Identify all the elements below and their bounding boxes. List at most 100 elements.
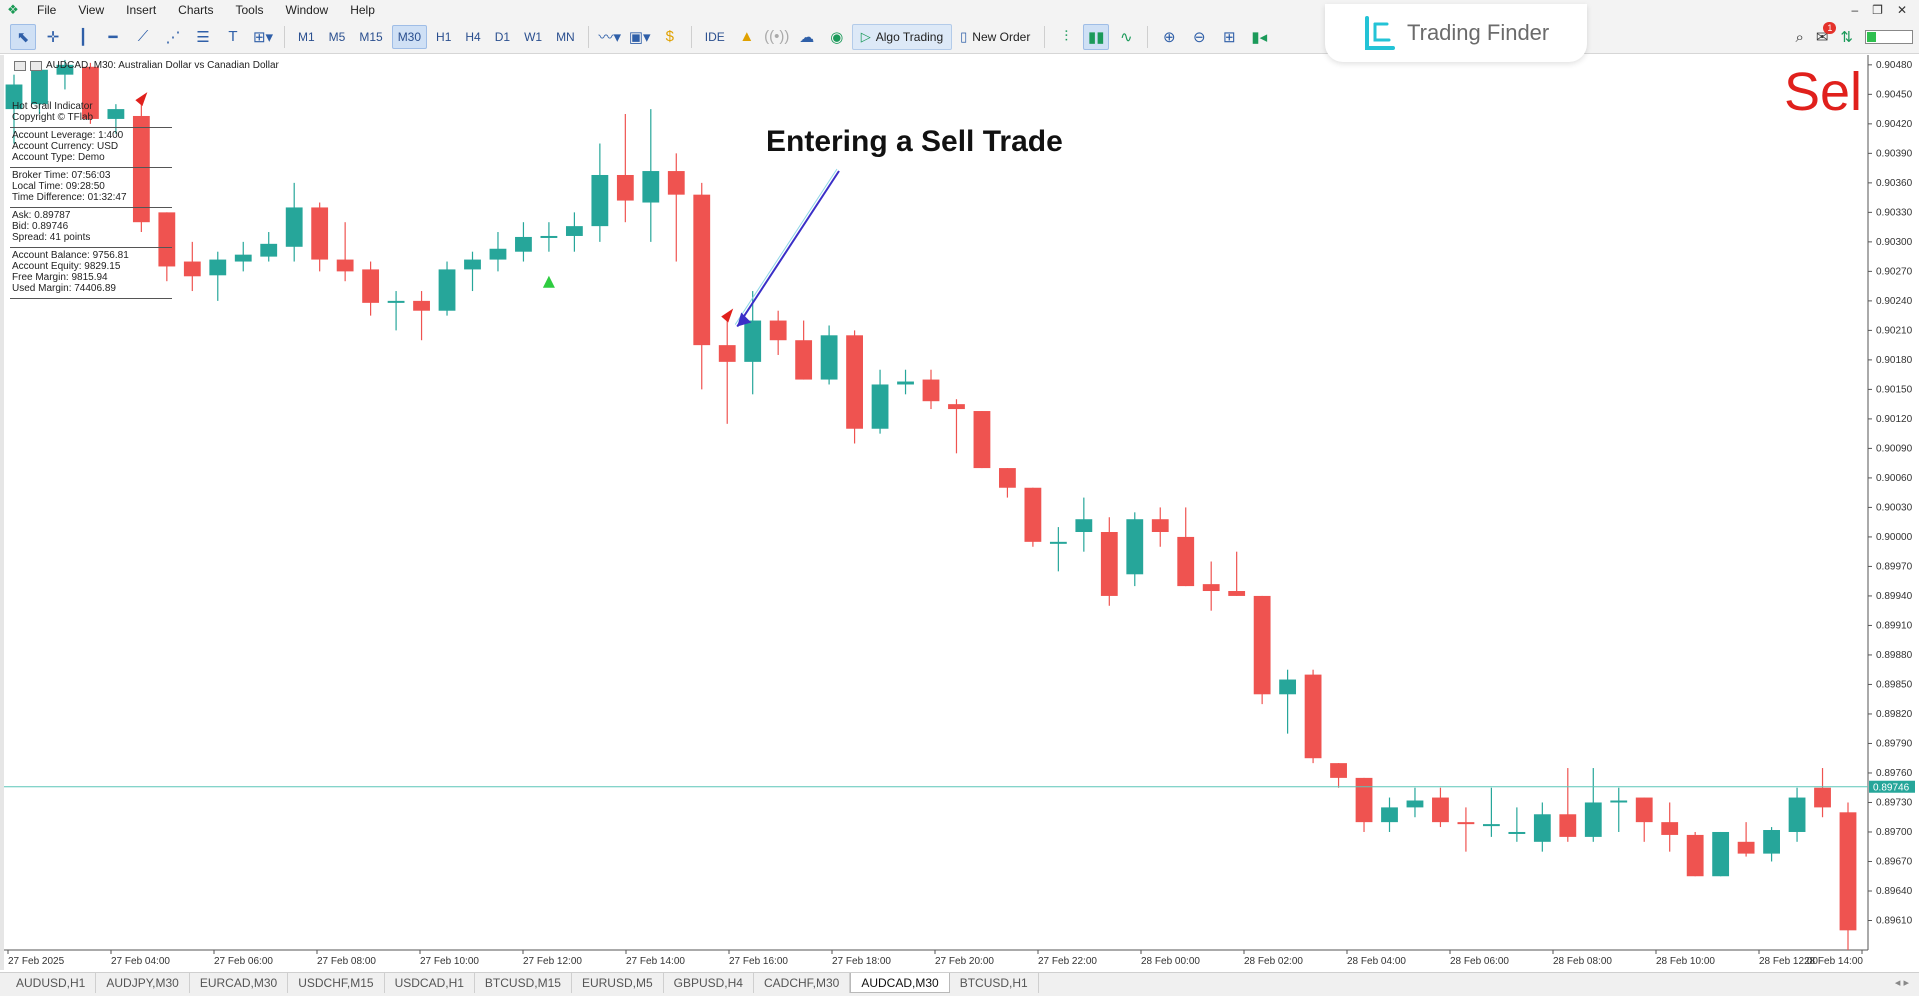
menu-charts[interactable]: Charts — [167, 0, 224, 20]
bull-candle-body — [1712, 831, 1730, 877]
chart-tab-active[interactable]: AUDCAD,M30 — [850, 973, 950, 993]
time-difference: Time Difference: 01:32:47 — [12, 192, 127, 203]
bear-candle-body — [846, 335, 863, 429]
minimize-icon[interactable]: – — [1851, 3, 1858, 17]
bear-candle-body — [1151, 519, 1169, 533]
time-tick-label: 27 Feb 06:00 — [214, 956, 273, 967]
bear-candle-body — [1432, 797, 1449, 823]
time-tick-label: 28 Feb 04:00 — [1347, 956, 1406, 967]
chart-tab[interactable]: EURUSD,M5 — [572, 973, 664, 993]
chart-tab[interactable]: USDCHF,M15 — [288, 973, 385, 993]
price-chart[interactable]: 0.90480 0.90450 0.90420 0.90390 0.90360 0.903… — [0, 55, 1919, 970]
bull-candle-body — [234, 254, 252, 262]
timeframe-w1[interactable]: W1 — [519, 25, 547, 49]
chart-tab[interactable]: BTCUSD,H1 — [950, 973, 1039, 993]
cursor-icon[interactable]: ⬉ — [10, 23, 36, 50]
menu-file[interactable]: File — [26, 0, 67, 20]
chat-icon[interactable]: ✉ 1 — [1816, 22, 1837, 46]
chart-tab[interactable]: AUDUSD,H1 — [6, 973, 97, 993]
crosshair-icon[interactable]: ✛ — [40, 24, 66, 50]
tab-scroll-arrows-icon[interactable]: ◂ ▸ — [1895, 973, 1919, 993]
chart-tab[interactable]: CADCHF,M30 — [754, 973, 851, 993]
zoom-out-icon[interactable]: ⊖ — [1186, 24, 1212, 50]
shopping-bag-icon[interactable]: ▲ — [734, 24, 760, 50]
menu-window[interactable]: Window — [275, 0, 340, 20]
time-tick-label: 27 Feb 08:00 — [317, 956, 376, 967]
panel-account-section: Account Leverage: 1:400 Account Currency… — [10, 128, 172, 168]
candlestick-chart: 0.90480 0.90450 0.90420 0.90390 0.90360 0.903… — [4, 55, 1915, 967]
bull-candle-body — [1610, 800, 1628, 803]
vps-icon[interactable]: ☁ — [794, 24, 820, 50]
trendline-icon[interactable]: ⟋ — [130, 24, 156, 50]
bull-candle-body — [438, 269, 456, 311]
templates-menu-icon[interactable]: ▣▾ — [627, 24, 653, 50]
metatrader-app-icon[interactable]: ❖ — [0, 0, 26, 20]
new-order-label: New Order — [972, 29, 1031, 44]
price-tick-label: 0.90210 — [1876, 325, 1913, 336]
price-tick-label: 0.90420 — [1876, 119, 1913, 130]
bear-candle-body — [1024, 487, 1042, 542]
timeframe-mn[interactable]: MN — [551, 25, 580, 49]
horizontal-line-icon[interactable]: ━ — [100, 24, 126, 50]
shapes-menu-icon[interactable]: ⊞▾ — [250, 24, 276, 50]
timeframe-h4[interactable]: H4 — [460, 25, 485, 49]
chart-tab[interactable]: EURCAD,M30 — [190, 973, 289, 993]
menu-help[interactable]: Help — [339, 0, 386, 20]
chart-tab[interactable]: USDCAD,H1 — [385, 973, 475, 993]
chart-window-icon — [30, 60, 42, 71]
bull-candle-body — [1508, 831, 1526, 834]
menu-tools[interactable]: Tools — [225, 0, 275, 20]
timeframe-m15[interactable]: M15 — [354, 25, 387, 49]
price-tick-label: 0.89730 — [1876, 797, 1913, 808]
chart-tab[interactable]: AUDJPY,M30 — [96, 973, 190, 993]
timeframe-m30[interactable]: M30 — [391, 24, 428, 49]
chart-grid-icon — [14, 60, 26, 71]
time-tick-label: 27 Feb 22:00 — [1038, 956, 1097, 967]
chart-tab[interactable]: GBPUSD,H4 — [664, 973, 754, 993]
tile-windows-icon[interactable]: ⊞ — [1216, 24, 1242, 50]
market-icon[interactable]: $ — [657, 24, 683, 50]
text-tool-icon[interactable]: T — [220, 24, 246, 50]
ide-button[interactable]: IDE — [700, 25, 730, 49]
timeframe-m5[interactable]: M5 — [324, 25, 351, 49]
zoom-in-icon[interactable]: ⊕ — [1156, 24, 1182, 50]
bear-candle-body — [999, 468, 1016, 488]
timeframe-h1[interactable]: H1 — [431, 25, 456, 49]
time-tick-label: 27 Feb 14:00 — [626, 956, 685, 967]
price-tick-label: 0.90030 — [1876, 502, 1913, 513]
panel-balance-section: Account Balance: 9756.81 Account Equity:… — [10, 248, 172, 299]
timeframe-d1[interactable]: D1 — [490, 25, 515, 49]
bull-candle-body — [1584, 802, 1602, 837]
annotation-pointer-line — [736, 170, 840, 328]
chart-title: AUDCAD, M30: Australian Dollar vs Canadi… — [14, 60, 279, 71]
fibonacci-icon[interactable]: ☰ — [190, 24, 216, 50]
timeframe-m1[interactable]: M1 — [293, 25, 320, 49]
community-icon[interactable]: ◉ — [824, 24, 850, 50]
chart-tab[interactable]: BTCUSD,M15 — [475, 973, 572, 993]
restore-icon[interactable]: ❐ — [1872, 3, 1883, 17]
bear-candle-body — [311, 207, 329, 260]
menu-insert[interactable]: Insert — [115, 0, 167, 20]
bull-candle-body — [1075, 519, 1093, 533]
algo-trading-button[interactable]: ▷ Algo Trading — [851, 23, 953, 50]
indicators-menu-icon[interactable]: 〰▾ — [597, 24, 623, 50]
line-chart-icon[interactable]: ∿ — [1113, 24, 1139, 50]
search-icon[interactable]: ⌕ — [1795, 29, 1803, 46]
price-tick-label: 0.89790 — [1876, 738, 1913, 749]
new-order-button[interactable]: ▯ New Order — [952, 24, 1038, 50]
connection-icon[interactable]: ⇅ — [1840, 28, 1853, 46]
close-icon[interactable]: ✕ — [1897, 3, 1907, 17]
auto-scroll-icon[interactable]: ▮◂ — [1246, 24, 1272, 50]
account-leverage: Account Leverage: 1:400 — [12, 130, 124, 141]
vertical-line-icon[interactable]: ┃ — [70, 24, 96, 50]
bull-candle-body — [209, 259, 227, 276]
price-tick-label: 0.90450 — [1876, 89, 1913, 100]
trading-finder-logo: Trading Finder — [1325, 4, 1587, 62]
indicator-name: Hot Grail Indicator — [12, 101, 93, 112]
pitchfork-icon[interactable]: ⋰ — [160, 24, 186, 50]
menu-view[interactable]: View — [67, 0, 115, 20]
candlestick-chart-icon[interactable]: ▮▮ — [1083, 23, 1110, 50]
bear-candle-body — [183, 261, 201, 277]
bar-chart-icon[interactable]: ⫶ — [1053, 24, 1079, 50]
signals-icon[interactable]: ((•)) — [764, 24, 790, 50]
